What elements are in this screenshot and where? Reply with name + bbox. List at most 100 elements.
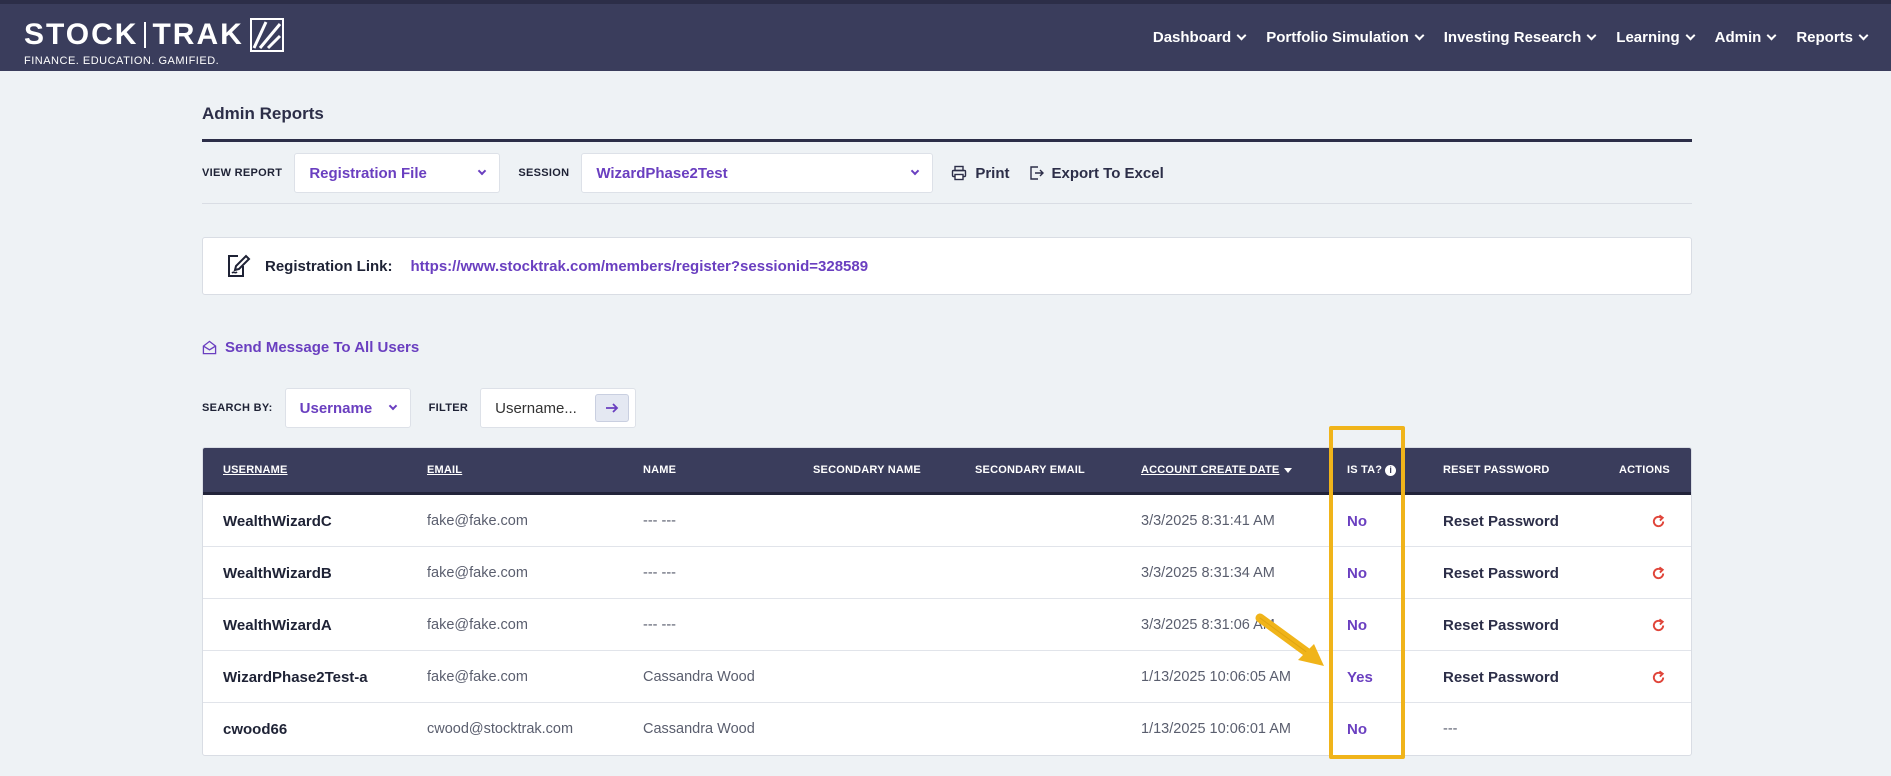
col-secondary-email: SECONDARY EMAIL bbox=[975, 464, 1085, 476]
row-action-refresh[interactable] bbox=[1651, 495, 1666, 547]
export-label: Export To Excel bbox=[1051, 164, 1164, 182]
cell-is-ta[interactable]: No bbox=[1347, 599, 1367, 651]
refresh-icon bbox=[1652, 566, 1665, 579]
col-actions: ACTIONS bbox=[1619, 464, 1670, 476]
printer-icon bbox=[952, 165, 967, 181]
chevron-down-icon bbox=[1766, 30, 1777, 41]
nav-portfolio-simulation[interactable]: Portfolio Simulation bbox=[1266, 29, 1425, 46]
filter-input-wrapper bbox=[480, 388, 637, 428]
chevron-down-icon bbox=[1236, 30, 1247, 41]
export-excel-button[interactable]: Export To Excel bbox=[1028, 165, 1164, 182]
cell-is-ta[interactable]: Yes bbox=[1347, 651, 1373, 703]
refresh-icon bbox=[1652, 618, 1665, 631]
cell-username: WealthWizardB bbox=[223, 564, 332, 582]
session-select[interactable]: WizardPhase2Test bbox=[581, 153, 934, 193]
registration-link-url[interactable]: https://www.stocktrak.com/members/regist… bbox=[411, 258, 869, 275]
registration-link-label: Registration Link: bbox=[265, 257, 393, 275]
cell-username: WizardPhase2Test-a bbox=[223, 668, 368, 686]
title-divider bbox=[202, 139, 1692, 142]
session-label: SESSION bbox=[518, 167, 570, 179]
reset-password-link[interactable]: Reset Password bbox=[1443, 651, 1559, 703]
nav-learning[interactable]: Learning bbox=[1616, 29, 1696, 46]
search-by-select[interactable]: Username bbox=[284, 388, 411, 428]
print-label: Print bbox=[975, 164, 1010, 182]
envelope-open-icon bbox=[202, 340, 217, 355]
cell-email: cwood@stocktrak.com bbox=[427, 721, 574, 737]
nav-dashboard[interactable]: Dashboard bbox=[1152, 29, 1247, 46]
cell-create-date: 3/3/2025 8:31:06 AM bbox=[1141, 617, 1275, 633]
cell-is-ta[interactable]: No bbox=[1347, 495, 1367, 547]
col-is-ta-label: IS TA? bbox=[1347, 464, 1383, 476]
nav-label: Admin bbox=[1714, 29, 1762, 46]
search-by-value: Username bbox=[299, 399, 373, 417]
nav-investing-research[interactable]: Investing Research bbox=[1444, 29, 1597, 46]
cell-create-date: 3/3/2025 8:31:41 AM bbox=[1141, 513, 1275, 529]
cell-is-ta[interactable]: No bbox=[1347, 547, 1367, 599]
row-action-refresh[interactable] bbox=[1651, 651, 1666, 703]
view-report-label: VIEW REPORT bbox=[202, 167, 283, 179]
logo-mark-icon bbox=[249, 18, 284, 52]
main-nav: Dashboard Portfolio Simulation Investing… bbox=[1132, 4, 1869, 71]
col-create-date[interactable]: ACCOUNT CREATE DATE bbox=[1141, 448, 1293, 492]
row-action-refresh[interactable] bbox=[1651, 599, 1666, 651]
nav-label: Portfolio Simulation bbox=[1266, 29, 1409, 46]
search-row: SEARCH BY: Username FILTER bbox=[202, 387, 637, 429]
col-name: NAME bbox=[643, 464, 677, 476]
logo-tagline: FINANCE. EDUCATION. GAMIFIED. bbox=[24, 55, 220, 67]
view-report-select[interactable]: Registration File bbox=[294, 153, 501, 193]
reset-password-link[interactable]: Reset Password bbox=[1443, 495, 1559, 547]
cell-create-date: 1/13/2025 10:06:01 AM bbox=[1141, 721, 1291, 737]
nav-admin[interactable]: Admin bbox=[1714, 29, 1777, 46]
arrow-right-icon bbox=[606, 403, 619, 413]
filter-input[interactable] bbox=[495, 399, 596, 417]
cell-email: fake@fake.com bbox=[427, 669, 528, 685]
send-message-all-button[interactable]: Send Message To All Users bbox=[202, 339, 419, 356]
top-navbar: STOCK TRAK FINANCE. EDUCATION. GAMIFIED.… bbox=[0, 0, 1891, 71]
cell-username: cwood66 bbox=[223, 720, 288, 738]
cell-username: WealthWizardC bbox=[223, 512, 332, 530]
print-button[interactable]: Print bbox=[951, 164, 1010, 182]
stocktrak-logo[interactable]: STOCK TRAK FINANCE. EDUCATION. GAMIFIED. bbox=[24, 18, 284, 67]
sort-desc-icon bbox=[1284, 467, 1293, 473]
page-title: Admin Reports bbox=[202, 104, 324, 123]
cell-email: fake@fake.com bbox=[427, 617, 528, 633]
col-email[interactable]: EMAIL bbox=[427, 448, 462, 492]
col-username[interactable]: USERNAME bbox=[223, 448, 288, 492]
col-is-ta: IS TA? i bbox=[1347, 448, 1397, 492]
cell-email: fake@fake.com bbox=[427, 513, 528, 529]
col-reset-password: RESET PASSWORD bbox=[1443, 464, 1550, 476]
cell-name: --- --- bbox=[643, 617, 677, 633]
logo-text-stock: STOCK bbox=[24, 18, 139, 51]
nav-reports[interactable]: Reports bbox=[1796, 29, 1869, 46]
cell-username: WealthWizardA bbox=[223, 616, 332, 634]
table-header: USERNAME EMAIL NAME SECONDARY NAME SECON… bbox=[203, 448, 1691, 495]
chevron-down-icon bbox=[1414, 30, 1425, 41]
cell-name: Cassandra Wood bbox=[643, 721, 755, 737]
logo-text-trak: TRAK bbox=[152, 18, 244, 51]
nav-label: Learning bbox=[1616, 29, 1680, 46]
table-row: WealthWizardA fake@fake.com --- --- 3/3/… bbox=[203, 599, 1691, 651]
cell-name: Cassandra Wood bbox=[643, 669, 755, 685]
cell-create-date: 1/13/2025 10:06:05 AM bbox=[1141, 669, 1291, 685]
chevron-down-icon bbox=[1858, 30, 1869, 41]
table-row: WizardPhase2Test-a fake@fake.com Cassand… bbox=[203, 651, 1691, 703]
chevron-down-icon bbox=[1685, 30, 1696, 41]
nav-label: Dashboard bbox=[1152, 29, 1232, 46]
users-table: USERNAME EMAIL NAME SECONDARY NAME SECON… bbox=[202, 447, 1692, 756]
view-report-value: Registration File bbox=[309, 164, 427, 182]
reset-password-link[interactable]: Reset Password bbox=[1443, 547, 1559, 599]
table-row: WealthWizardB fake@fake.com --- --- 3/3/… bbox=[203, 547, 1691, 599]
chevron-down-icon bbox=[1586, 30, 1597, 41]
chevron-down-icon bbox=[478, 166, 487, 176]
registration-link-panel: Registration Link: https://www.stocktrak… bbox=[202, 237, 1692, 295]
cell-is-ta[interactable]: No bbox=[1347, 703, 1367, 755]
reset-password-none: --- bbox=[1443, 721, 1458, 737]
cell-name: --- --- bbox=[643, 565, 677, 581]
edit-document-icon bbox=[228, 254, 251, 277]
row-action-refresh[interactable] bbox=[1651, 547, 1666, 599]
info-icon[interactable]: i bbox=[1385, 464, 1397, 476]
reset-password-link[interactable]: Reset Password bbox=[1443, 599, 1559, 651]
filter-go-button[interactable] bbox=[595, 394, 630, 422]
cell-create-date: 3/3/2025 8:31:34 AM bbox=[1141, 565, 1275, 581]
table-row: cwood66 cwood@stocktrak.com Cassandra Wo… bbox=[203, 703, 1691, 755]
